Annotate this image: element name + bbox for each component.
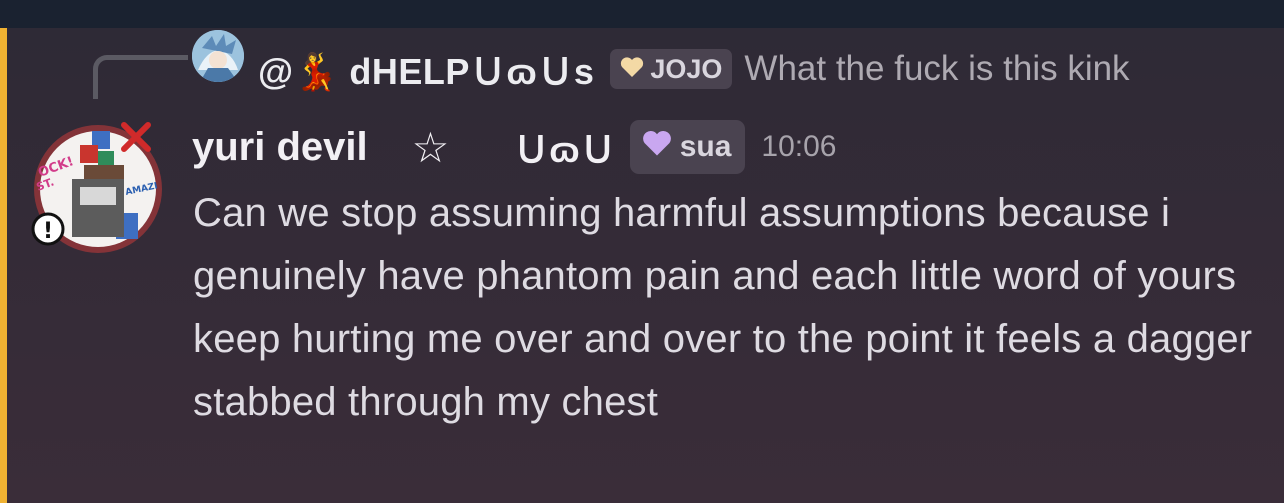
message-timestamp[interactable]: 10:06 — [761, 130, 836, 164]
channel-top-bar — [0, 0, 1284, 28]
reply-message-text[interactable]: What the fuck is this kink — [744, 49, 1129, 89]
reply-preview[interactable]: @💃 dHELPＵɷＵs JOJO What the fuck is this … — [258, 44, 1130, 94]
author-server-tag[interactable]: sua — [629, 120, 746, 174]
author-face[interactable]: ＵɷＵ — [513, 121, 615, 173]
author-name[interactable]: yuri devil — [192, 125, 368, 170]
reply-author-name[interactable]: @💃 dHELPＵɷＵs — [258, 43, 594, 95]
reply-server-tag[interactable]: JOJO — [610, 49, 733, 89]
svg-text:!: ! — [43, 219, 53, 244]
message-body[interactable]: Can we stop assuming harmful assumptions… — [193, 182, 1253, 434]
heart-icon — [642, 129, 672, 165]
role-label: sua — [679, 130, 732, 163]
author-star[interactable]: ☆ — [412, 123, 450, 172]
anime-avatar-icon — [192, 30, 244, 82]
heart-icon — [620, 54, 644, 85]
mention-highlight-bar — [0, 28, 7, 503]
reply-connector — [93, 55, 188, 99]
message-header: yuri devil ☆ ＵɷＵ sua 10:06 — [192, 118, 836, 176]
reply-avatar[interactable] — [192, 30, 244, 82]
reply-tag-label: JOJO — [650, 53, 723, 84]
author-avatar[interactable]: OCK! ST. AMAZI ! — [28, 117, 168, 257]
pixel-art-avatar-icon: OCK! ST. AMAZI ! — [31, 122, 162, 253]
